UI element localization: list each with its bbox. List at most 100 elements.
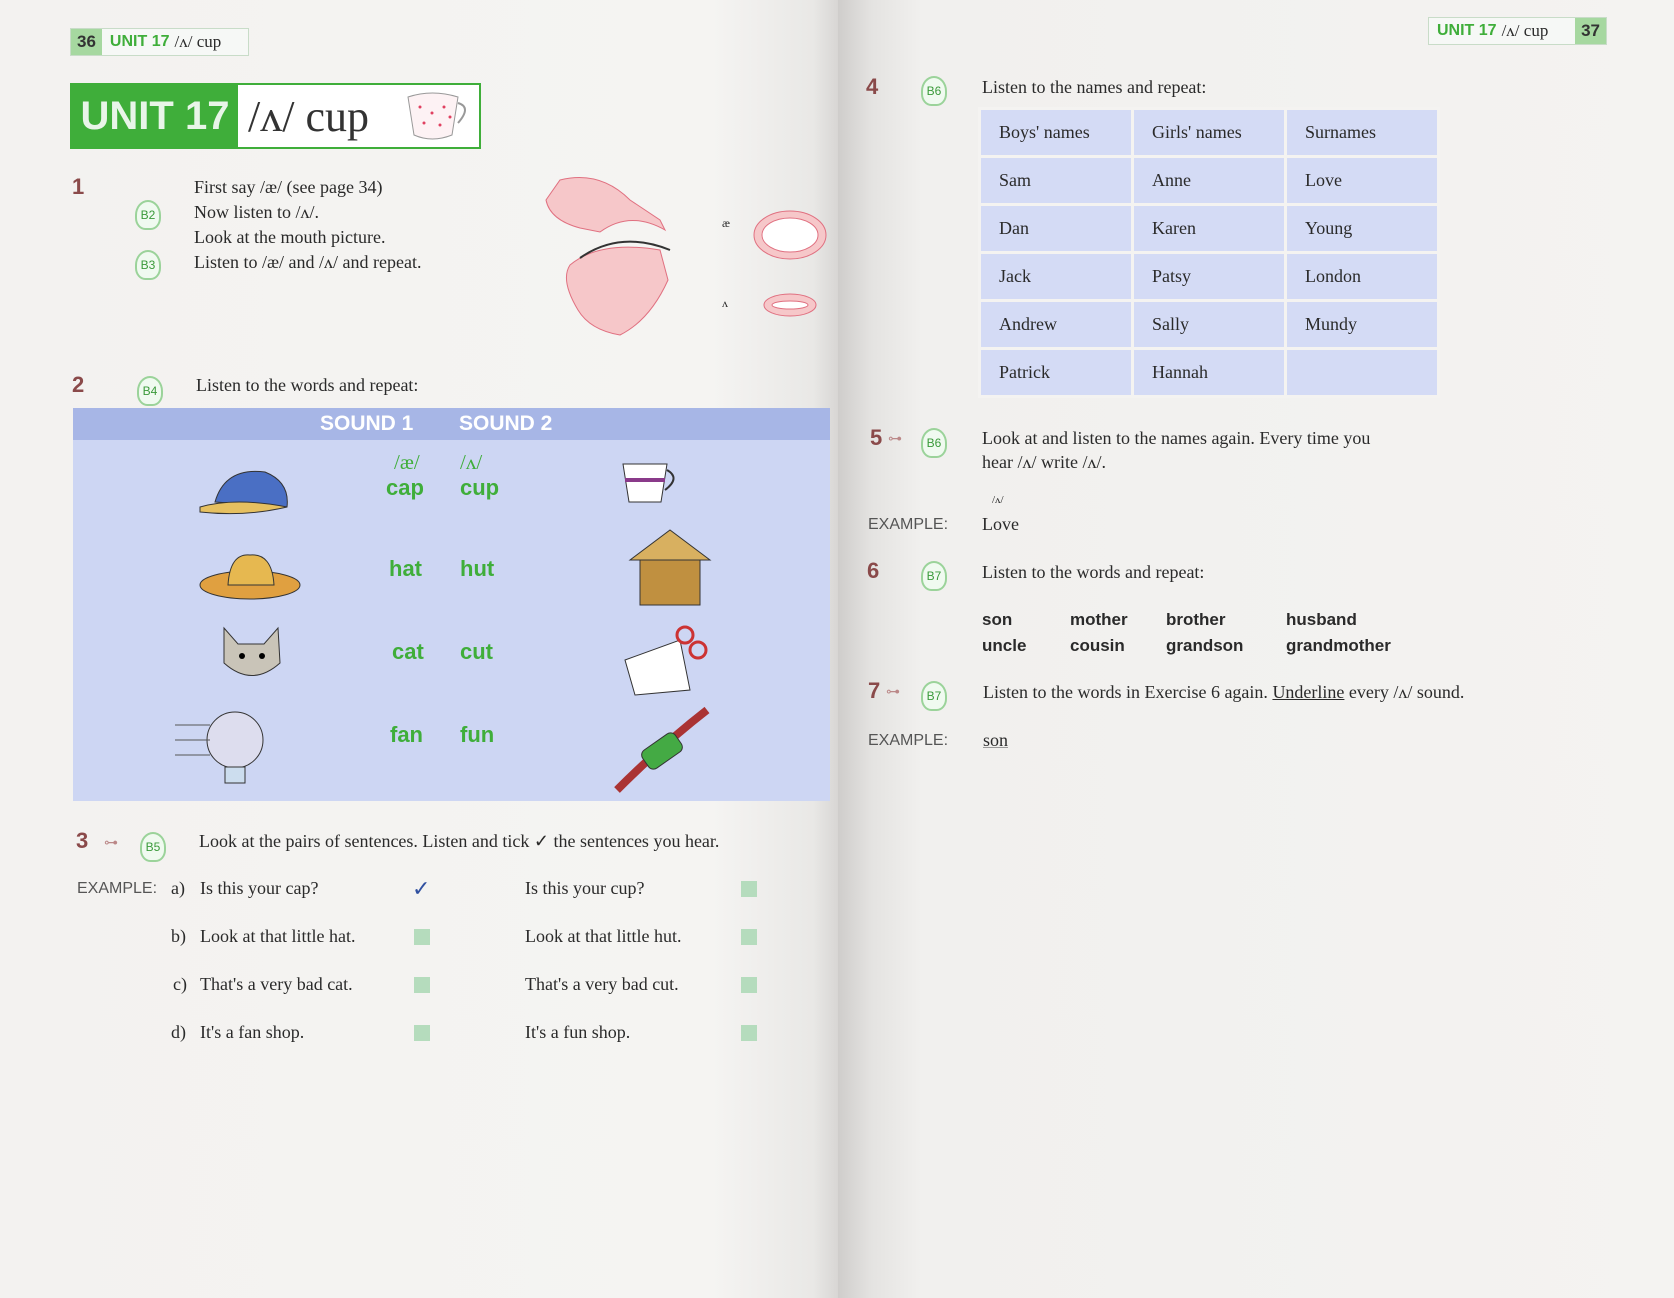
ex3-instruction: Look at the pairs of sentences. Listen a… (199, 831, 720, 851)
exercise-2-number: 2 (72, 372, 85, 397)
checkbox-b1[interactable] (414, 929, 430, 945)
word: brother (1166, 610, 1226, 629)
header-unit: UNIT 17 (109, 33, 170, 50)
exercise-5-number: 5 (870, 425, 883, 450)
mouth-uh-icon (763, 293, 817, 317)
unit-banner: UNIT 17 /ʌ/ cup (70, 83, 481, 149)
ex1-line: Now listen to /ʌ/. (194, 202, 319, 222)
table-cell: Young (1284, 203, 1440, 254)
word: cousin (1070, 636, 1125, 655)
phoneme-2: /ʌ/ (460, 450, 483, 474)
table-cell: Sam (978, 155, 1134, 206)
table-header-row: Boys' names Girls' names Surnames (978, 107, 1440, 158)
mouth-side-diagram (545, 177, 671, 336)
audio-track-b4[interactable]: B4 (137, 376, 163, 406)
word-fan: fan (390, 722, 423, 747)
audio-track-b2[interactable]: B2 (135, 200, 161, 230)
table-row: Andrew Sally Mundy (978, 299, 1440, 350)
ex1-line: Listen to /æ/ and /ʌ/ and repeat. (194, 252, 422, 272)
table-cell: Jack (978, 251, 1134, 302)
exercise-6-number: 6 (867, 558, 880, 583)
example-mark: /ʌ/ (992, 494, 1004, 506)
checkbox-c2[interactable] (741, 977, 757, 993)
sound-1-header: SOUND 1 (320, 412, 414, 435)
table-cell: Dan (978, 203, 1134, 254)
ex1-line: Look at the mouth picture. (194, 227, 386, 247)
sentence-c2: That's a very bad cut. (525, 974, 679, 994)
rollercoaster-fun-icon (614, 706, 710, 793)
word-hut: hut (460, 556, 495, 581)
table-cell: London (1284, 251, 1440, 302)
sentence-b1: Look at that little hat. (200, 926, 356, 946)
word-cup: cup (460, 475, 500, 500)
checkbox-b2[interactable] (741, 929, 757, 945)
checkbox-a1-checked[interactable]: ✓ (412, 878, 430, 900)
word-cat: cat (392, 639, 424, 664)
header-sound: /ʌ/ cup (1501, 21, 1549, 40)
column-header: Boys' names (978, 107, 1134, 158)
ex2-instruction: Listen to the words and repeat: (196, 375, 419, 395)
audio-track-b7[interactable]: B7 (921, 561, 947, 591)
sentence-d2: It's a fun shop. (525, 1022, 631, 1042)
mouth-label-ae: æ (722, 216, 731, 230)
sentence-b2: Look at that little hut. (525, 926, 682, 946)
table-cell: Mundy (1284, 299, 1440, 350)
row-letter: b) (171, 926, 186, 946)
table-cell: Anne (1131, 155, 1287, 206)
table-row: Sam Anne Love (978, 155, 1440, 206)
table-cell: Karen (1131, 203, 1287, 254)
word-cap: cap (386, 475, 424, 500)
row-letter: a) (171, 878, 185, 898)
sentence-d1: It's a fan shop. (200, 1022, 305, 1042)
word-hat: hat (389, 556, 422, 581)
exercise-3-number: 3 (76, 828, 89, 853)
audio-track-b6[interactable]: B6 (921, 76, 947, 106)
table-cell: Sally (1131, 299, 1287, 350)
word: son (982, 610, 1013, 629)
sentence-c1: That's a very bad cat. (200, 974, 353, 994)
audio-track-b3[interactable]: B3 (135, 250, 161, 280)
cup-picture-icon (622, 463, 675, 503)
hut-icon (628, 529, 712, 606)
exercise-7-number: 7 (868, 678, 881, 703)
table-row: Patrick Hannah (978, 347, 1440, 398)
audio-track-b7[interactable]: B7 (921, 681, 947, 711)
cat-icon (223, 626, 281, 676)
word: husband (1286, 610, 1357, 629)
word-cut: cut (460, 639, 493, 664)
table-cell: Andrew (978, 299, 1134, 350)
word-fun: fun (460, 722, 495, 747)
example-word: son (983, 730, 1009, 750)
names-table: Boys' names Girls' names Surnames Sam Anne L… (978, 107, 1440, 398)
ex5-line: Look at and listen to the names again. E… (982, 428, 1371, 448)
key-icon: ⊶ (104, 834, 118, 850)
table-cell: Patsy (1131, 251, 1287, 302)
word: grandson (1166, 636, 1244, 655)
table-row: Jack Patsy London (978, 251, 1440, 302)
ex5-line: hear /ʌ/ write /ʌ/. (982, 452, 1106, 472)
page-header-left: 36 UNIT 17 /ʌ/ cup (70, 28, 249, 56)
banner-title: /ʌ/ cup (248, 91, 369, 141)
exercise-4-number: 4 (866, 74, 879, 99)
exercise-1-number: 1 (72, 174, 85, 199)
page-number: 37 (1575, 18, 1606, 44)
row-letter: d) (171, 1022, 186, 1042)
ex6-instruction: Listen to the words and repeat: (982, 562, 1205, 582)
sentence-a2: Is this your cup? (525, 878, 645, 898)
mouth-open-ae-icon (753, 210, 827, 260)
table-cell: Hannah (1131, 347, 1287, 398)
checkbox-c1[interactable] (414, 977, 430, 993)
checkbox-d1[interactable] (414, 1025, 430, 1041)
checkbox-d2[interactable] (741, 1025, 757, 1041)
hat-icon (199, 554, 301, 600)
example-label: EXAMPLE: (868, 516, 949, 533)
example-label: EXAMPLE: (77, 880, 158, 897)
page-number: 36 (71, 29, 102, 55)
audio-track-b5[interactable]: B5 (140, 832, 166, 862)
ex7-text: Listen to the words in Exercise 6 again. (983, 682, 1273, 702)
row-letter: c) (173, 974, 187, 994)
word: mother (1070, 610, 1128, 629)
table-row: Dan Karen Young (978, 203, 1440, 254)
audio-track-b6[interactable]: B6 (921, 428, 947, 458)
checkbox-a2[interactable] (741, 881, 757, 897)
